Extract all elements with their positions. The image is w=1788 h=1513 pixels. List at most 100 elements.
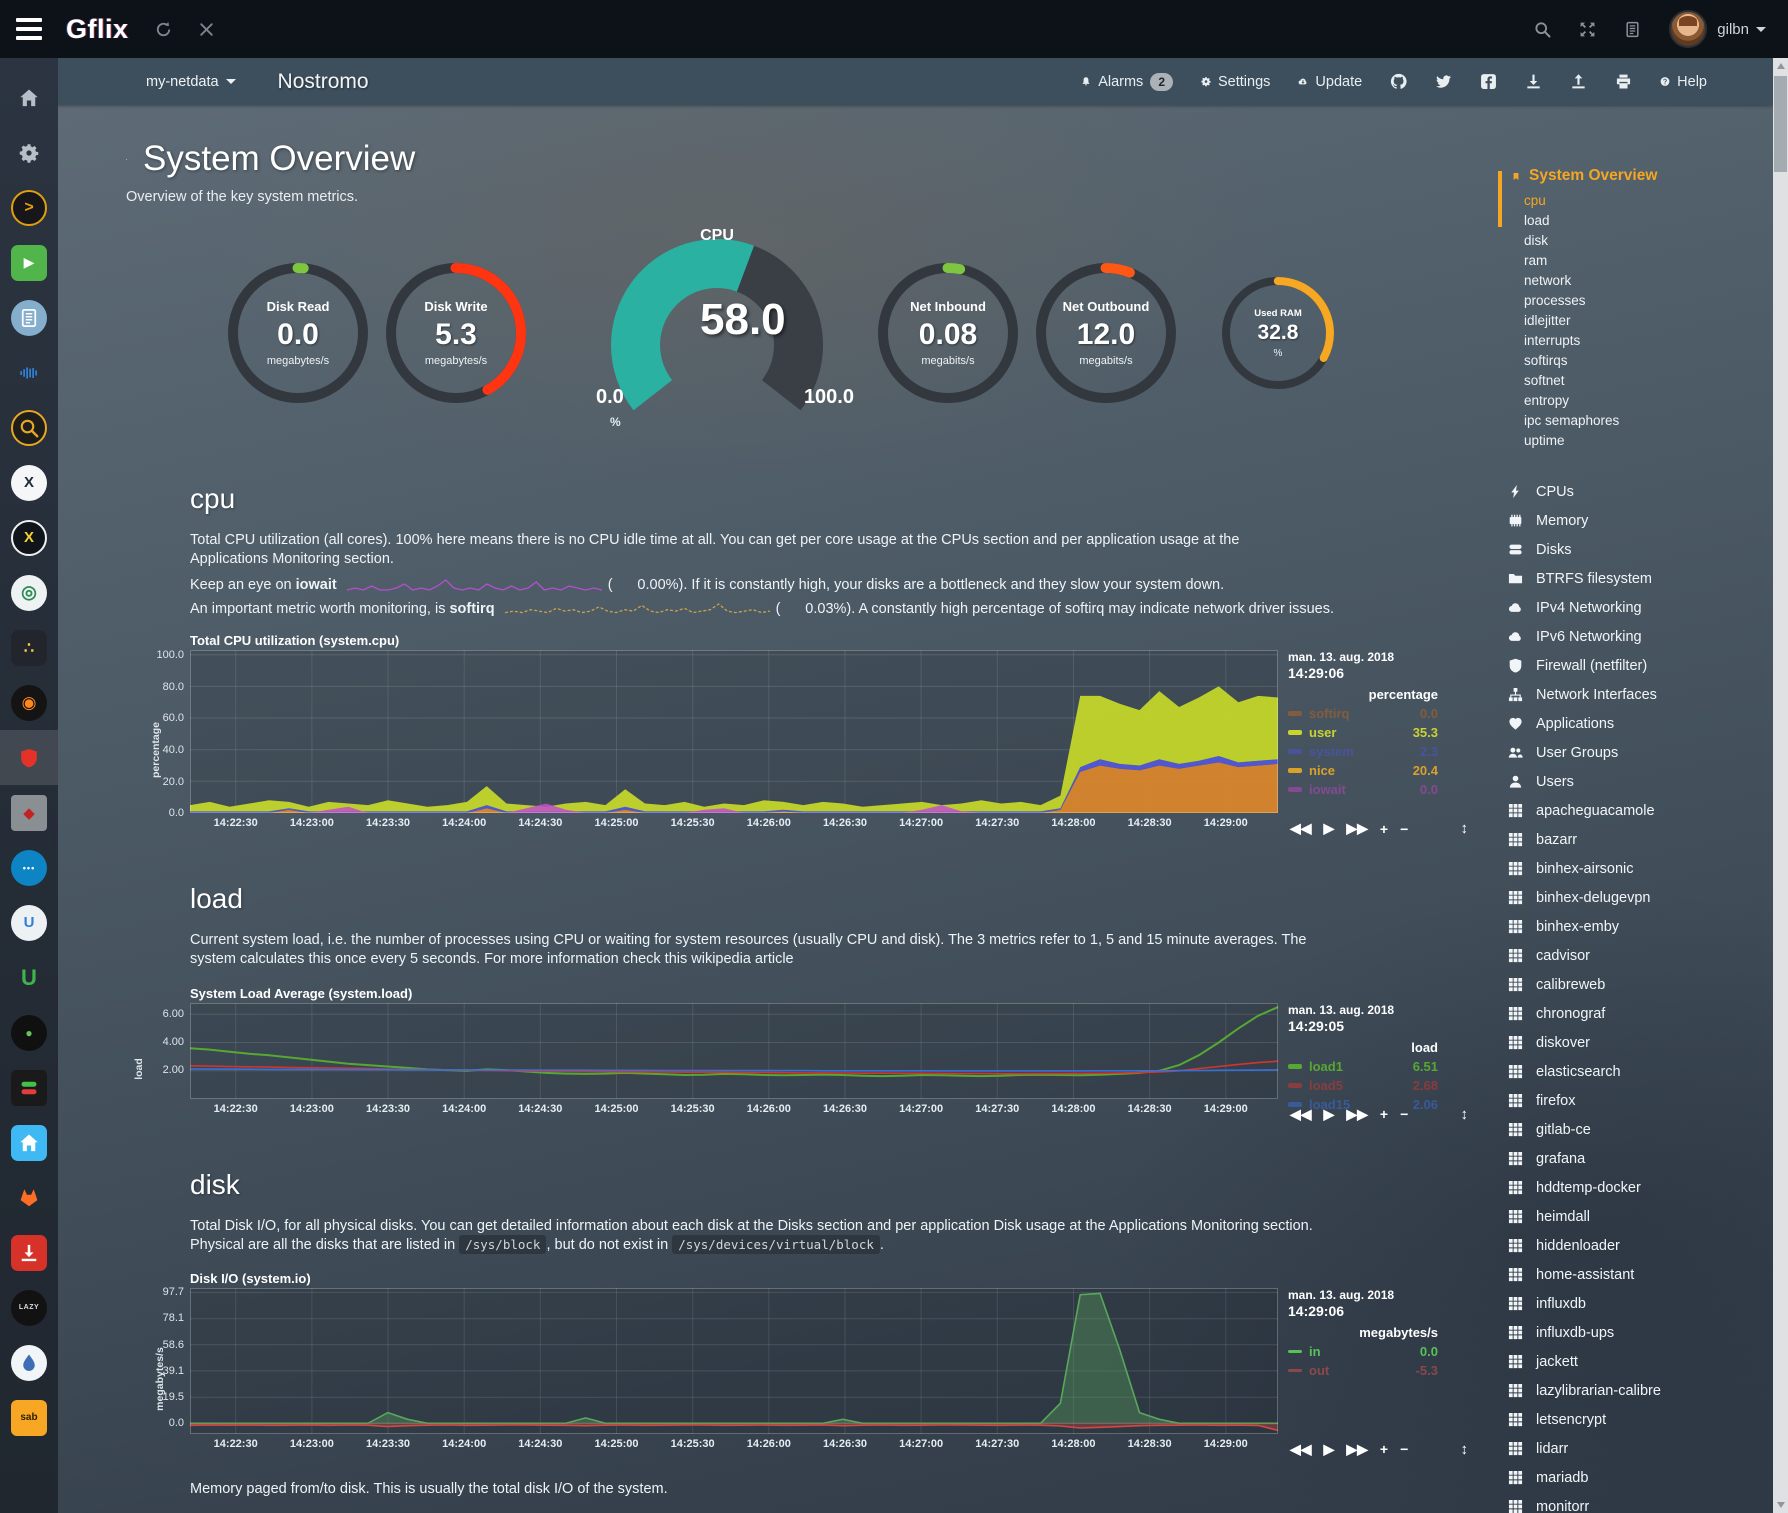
airsonic-icon[interactable] xyxy=(0,345,58,400)
youtube-dl-icon[interactable] xyxy=(0,1225,58,1280)
import-snapshot-button[interactable] xyxy=(1556,73,1601,90)
user-menu[interactable]: gilbn xyxy=(1717,21,1766,38)
sidemenu-section[interactable]: hiddenloader xyxy=(1508,1231,1758,1260)
legend-row[interactable]: nice 20.4 xyxy=(1288,761,1438,780)
sidemenu-link[interactable]: ram xyxy=(1524,251,1758,271)
facebook-button[interactable] xyxy=(1466,73,1511,90)
legend-row[interactable]: load1 6.51 xyxy=(1288,1057,1438,1076)
unifi-icon[interactable]: U xyxy=(0,895,58,950)
pan-right-button[interactable]: ▶▶ xyxy=(1346,820,1368,837)
zoom-in-button[interactable]: + xyxy=(1380,821,1388,837)
legend-row[interactable]: out -5.3 xyxy=(1288,1361,1438,1380)
sidemenu-section[interactable]: firefox xyxy=(1508,1086,1758,1115)
target-app-icon[interactable]: ◎ xyxy=(0,565,58,620)
pan-right-button[interactable]: ▶▶ xyxy=(1346,1106,1368,1123)
sidemenu-section[interactable]: Memory xyxy=(1508,506,1758,535)
sidemenu-link[interactable]: entropy xyxy=(1524,391,1758,411)
legend-row[interactable]: iowait 0.0 xyxy=(1288,780,1438,799)
pan-left-button[interactable]: ◀◀ xyxy=(1290,1441,1312,1458)
zoom-out-button[interactable]: − xyxy=(1400,1106,1408,1122)
changelog-icon[interactable] xyxy=(1624,21,1641,38)
sidemenu-section[interactable]: gitlab-ce xyxy=(1508,1115,1758,1144)
export-snapshot-button[interactable] xyxy=(1511,73,1556,90)
gecko-app-icon[interactable]: ● xyxy=(0,1005,58,1060)
sidemenu-section[interactable]: binhex-airsonic xyxy=(1508,854,1758,883)
sidemenu-section[interactable]: lazylibrarian-calibre xyxy=(1508,1376,1758,1405)
sidemenu-section[interactable]: IPv4 Networking xyxy=(1508,593,1758,622)
gitlab-icon[interactable] xyxy=(0,1170,58,1225)
legend-row[interactable]: softirq 0.0 xyxy=(1288,704,1438,723)
chronograf-icon[interactable]: ∴ xyxy=(0,620,58,675)
unraid-icon[interactable]: U xyxy=(0,950,58,1005)
zoom-out-button[interactable]: − xyxy=(1400,1441,1408,1457)
disk-write-gauge[interactable]: Disk Write 5.3 megabytes/s xyxy=(386,263,526,403)
net-inbound-gauge[interactable]: Net Inbound 0.08 megabits/s xyxy=(878,263,1018,403)
pinwheel-app-icon[interactable]: X xyxy=(0,510,58,565)
sidemenu-section[interactable]: mariadb xyxy=(1508,1463,1758,1492)
used-ram-gauge[interactable]: Used RAM 32.8 % xyxy=(1222,277,1334,389)
sidemenu-section[interactable]: Firewall (netfilter) xyxy=(1508,651,1758,680)
sidemenu-link[interactable]: uptime xyxy=(1524,431,1758,451)
legend-row[interactable]: load5 2.68 xyxy=(1288,1076,1438,1095)
sidemenu-section[interactable]: apacheguacamole xyxy=(1508,796,1758,825)
sidemenu-link[interactable]: cpu xyxy=(1524,191,1758,211)
zoom-in-button[interactable]: + xyxy=(1380,1106,1388,1122)
pan-right-button[interactable]: ▶▶ xyxy=(1346,1441,1368,1458)
deluge-icon[interactable] xyxy=(0,1335,58,1390)
sidemenu-section[interactable]: calibreweb xyxy=(1508,970,1758,999)
resize-handle[interactable]: ↕ xyxy=(1461,1441,1469,1458)
close-icon[interactable] xyxy=(198,21,215,38)
library-icon[interactable] xyxy=(0,290,58,345)
sidemenu-section[interactable]: User Groups xyxy=(1508,738,1758,767)
sidemenu-section[interactable]: influxdb-ups xyxy=(1508,1318,1758,1347)
sidemenu-section[interactable]: hddtemp-docker xyxy=(1508,1173,1758,1202)
cubes-app-icon[interactable]: ◆ xyxy=(0,785,58,840)
sidemenu-section[interactable]: lidarr xyxy=(1508,1434,1758,1463)
sidemenu-link[interactable]: interrupts xyxy=(1524,331,1758,351)
sidemenu-section[interactable]: Applications xyxy=(1508,709,1758,738)
pan-left-button[interactable]: ◀◀ xyxy=(1290,820,1312,837)
scroll-up-arrow[interactable] xyxy=(1773,58,1788,74)
hamburger-menu-icon[interactable] xyxy=(0,0,58,58)
update-button[interactable]: Update xyxy=(1284,73,1376,90)
sidemenu-section[interactable]: elasticsearch xyxy=(1508,1057,1758,1086)
sidemenu-section[interactable]: home-assistant xyxy=(1508,1260,1758,1289)
sidemenu-section[interactable]: monitorr xyxy=(1508,1492,1758,1513)
legend-row[interactable]: system 2.3 xyxy=(1288,742,1438,761)
home-icon[interactable] xyxy=(0,70,58,125)
sidemenu-link[interactable]: softnet xyxy=(1524,371,1758,391)
scroll-down-arrow[interactable] xyxy=(1773,1497,1788,1513)
print-button[interactable] xyxy=(1601,73,1646,90)
net-outbound-gauge[interactable]: Net Outbound 12.0 megabits/s xyxy=(1036,263,1176,403)
sidemenu-section[interactable]: Network Interfaces xyxy=(1508,680,1758,709)
emby-icon[interactable]: ▶ xyxy=(0,235,58,290)
sidemenu-section[interactable]: bazarr xyxy=(1508,825,1758,854)
sidemenu-section[interactable]: CPUs xyxy=(1508,477,1758,506)
settings-button[interactable]: Settings xyxy=(1187,73,1284,90)
jackett-icon[interactable] xyxy=(0,400,58,455)
github-button[interactable] xyxy=(1376,73,1421,90)
zoom-out-button[interactable]: − xyxy=(1400,821,1408,837)
sidemenu-header[interactable]: System Overview xyxy=(1512,167,1758,185)
play-button[interactable]: ▶ xyxy=(1324,1441,1335,1458)
home-assistant-icon[interactable] xyxy=(0,1115,58,1170)
chart-plot-area[interactable]: 100.080.060.040.020.00.0 14:22:3014:23:0… xyxy=(190,650,1278,837)
sidemenu-link[interactable]: network xyxy=(1524,271,1758,291)
sidemenu-section[interactable]: grafana xyxy=(1508,1144,1758,1173)
scrollbar[interactable] xyxy=(1773,58,1788,1513)
cpu-gauge[interactable]: CPU 58.0 0.0 100.0 % xyxy=(592,229,842,437)
chart-plot-area[interactable]: 97.778.158.639.119.50.0 14:22:3014:23:00… xyxy=(190,1288,1278,1458)
sidemenu-section[interactable]: cadvisor xyxy=(1508,941,1758,970)
pan-left-button[interactable]: ◀◀ xyxy=(1290,1106,1312,1123)
sidemenu-section[interactable]: diskover xyxy=(1508,1028,1758,1057)
scrollbar-thumb[interactable] xyxy=(1774,76,1787,172)
fullscreen-icon[interactable] xyxy=(1579,21,1596,38)
sidemenu-section[interactable]: chronograf xyxy=(1508,999,1758,1028)
resize-handle[interactable]: ↕ xyxy=(1461,1106,1469,1123)
refresh-icon[interactable] xyxy=(155,21,172,38)
server-dropdown[interactable]: my-netdata xyxy=(146,74,236,90)
twitter-button[interactable] xyxy=(1421,73,1466,90)
sidemenu-section[interactable]: binhex-emby xyxy=(1508,912,1758,941)
kodi-app-icon[interactable]: X xyxy=(0,455,58,510)
sidemenu-link[interactable]: ipc semaphores xyxy=(1524,411,1758,431)
